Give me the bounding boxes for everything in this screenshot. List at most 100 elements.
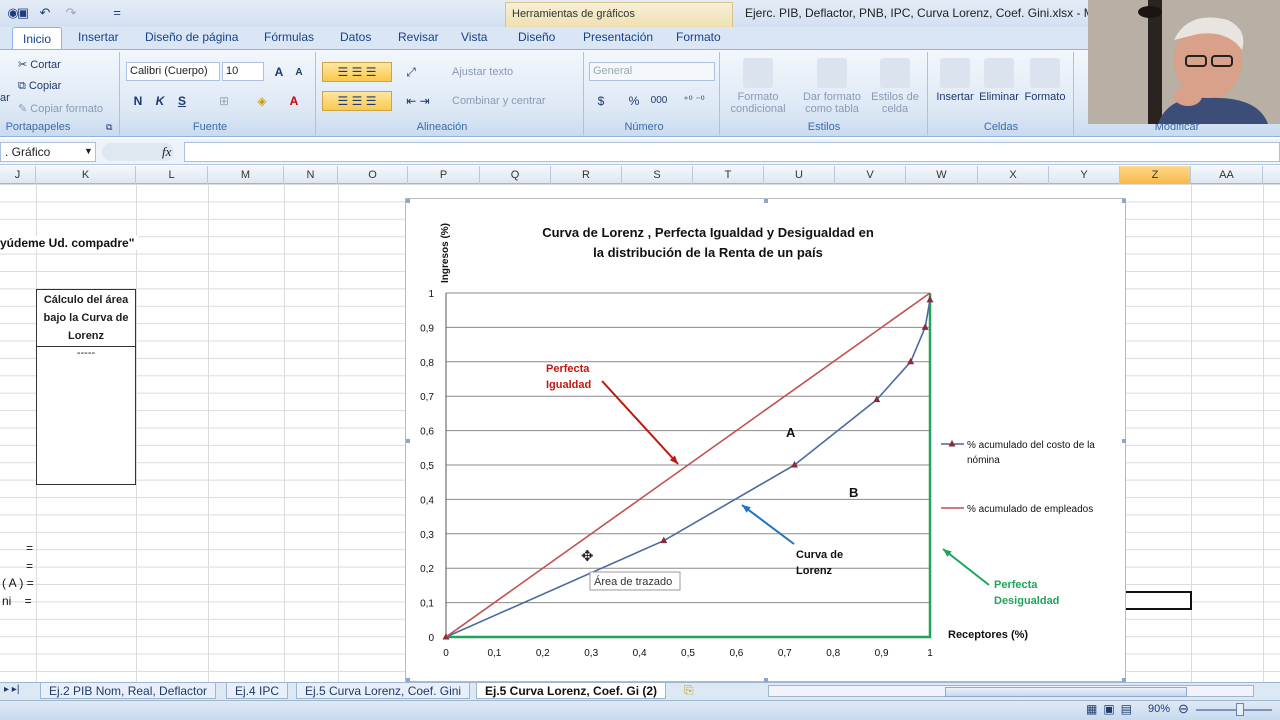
view-buttons-icon[interactable]: ▦▣▤ [1086, 702, 1138, 716]
insert-sheet-icon[interactable]: ⎘ [684, 683, 694, 698]
formula-input[interactable] [184, 142, 1280, 162]
column-header[interactable]: N [284, 166, 338, 184]
undo-icon[interactable]: ↶ [36, 4, 54, 22]
column-header[interactable]: J [0, 166, 36, 184]
tab-diseno[interactable]: Diseño [518, 30, 555, 44]
tab-insertar[interactable]: Insertar [78, 30, 119, 44]
annotation-label: Igualdad [546, 379, 591, 391]
active-cell-selection[interactable] [1120, 591, 1192, 610]
sheet-tab[interactable]: Ej.2 PIB Nom, Real, Deflactor [40, 683, 217, 699]
column-header[interactable]: V [835, 166, 906, 184]
cell-styles-button[interactable]: Estilos de celda [868, 58, 922, 115]
align-top-buttons[interactable]: ☰ ☰ ☰ [322, 62, 392, 82]
font-name-select[interactable]: Calibri (Cuerpo) [126, 62, 220, 81]
zoom-out-icon[interactable]: ⊖ [1178, 701, 1189, 717]
sheet-tab[interactable]: Ej.4 IPC [226, 683, 289, 699]
currency-button[interactable]: $ [590, 91, 612, 111]
sheet-scroll-arrows-icon[interactable]: ▸ ▸| [4, 684, 19, 695]
customize-quick-access-icon[interactable]: = [108, 4, 126, 22]
tab-formato[interactable]: Formato [676, 30, 721, 44]
y-tick-label: 0,2 [420, 564, 434, 575]
scrollbar-thumb[interactable] [945, 687, 1187, 697]
indent-icons[interactable]: ⇤ ⇥ [396, 91, 440, 111]
percent-button[interactable]: % [623, 91, 645, 111]
redo-icon[interactable]: ↷ [62, 4, 80, 22]
underline-button[interactable]: S [172, 91, 192, 111]
column-header[interactable]: W [906, 166, 978, 184]
zoom-level[interactable]: 90% [1148, 703, 1170, 715]
tab-vista[interactable]: Vista [461, 30, 487, 44]
column-header[interactable]: P [408, 166, 480, 184]
grow-font-button[interactable]: A [269, 62, 289, 82]
column-header[interactable]: R [551, 166, 622, 184]
cut-button[interactable]: ✂ Cortar [18, 58, 61, 71]
heading-cell[interactable]: yúdeme Ud. compadre" [0, 236, 139, 250]
tab-datos[interactable]: Datos [340, 30, 371, 44]
column-header[interactable]: Y [1049, 166, 1120, 184]
delete-cells-button[interactable]: Eliminar [974, 58, 1024, 103]
copy-button[interactable]: ⧉ Copiar [18, 80, 61, 93]
y-tick-label: 0,9 [420, 323, 434, 334]
y-tick-label: 1 [428, 289, 434, 300]
sheet-tab-active[interactable]: Ej.5 Curva Lorenz, Coef. Gi (2) [476, 683, 667, 699]
shrink-font-button[interactable]: A [290, 63, 308, 83]
wrap-text-button[interactable]: Ajustar texto [452, 66, 513, 78]
save-icon[interactable]: ▣ [14, 4, 32, 22]
horizontal-scrollbar[interactable] [768, 685, 1254, 697]
label-cell-gini[interactable]: ni = [2, 594, 32, 608]
zoom-slider-thumb[interactable] [1236, 703, 1244, 716]
column-header[interactable]: Q [480, 166, 551, 184]
font-color-button[interactable]: A [280, 91, 308, 111]
zoom-slider[interactable] [1196, 709, 1272, 711]
chart-canvas[interactable]: 0 0,1 0,2 0,3 0,4 0,5 0,6 0,7 0,8 0,9 1 0 0,1 0,2 0,3 0… [406, 199, 1127, 683]
tab-formulas[interactable]: Fórmulas [264, 30, 314, 44]
column-header[interactable]: O [338, 166, 408, 184]
tab-diseno-pagina[interactable]: Diseño de página [145, 30, 238, 44]
thousands-button[interactable]: 000 [647, 91, 671, 111]
label-cell-a[interactable]: ( A ) = [2, 576, 34, 590]
number-format-select[interactable]: General [589, 62, 715, 81]
column-header[interactable]: AA [1191, 166, 1263, 184]
chart-title: Curva de Lorenz , Perfecta Igualdad y De… [542, 225, 874, 240]
align-left-buttons[interactable]: ☰ ☰ ☰ [322, 91, 392, 111]
name-box[interactable]: . Gráfico [0, 142, 96, 162]
area-calc-box[interactable]: Cálculo del área bajo la Curva de Lorenz… [36, 289, 136, 485]
format-cells-button[interactable]: Formato [1020, 58, 1070, 103]
dialog-launcher-icon[interactable]: ⧉ [106, 122, 112, 133]
column-header[interactable]: T [693, 166, 764, 184]
annotation-label: Desigualdad [994, 595, 1059, 607]
sheet-tab[interactable]: Ej.5 Curva Lorenz, Coef. Gini [296, 683, 471, 699]
equals-cell[interactable]: = [26, 541, 33, 555]
orientation-icon[interactable]: ⤢ [396, 62, 426, 82]
merge-center-button[interactable]: Combinar y centrar [452, 95, 546, 107]
font-size-select[interactable]: 10 [222, 62, 264, 81]
decimals-buttons[interactable]: ⁺⁰ ⁻⁰ [673, 91, 715, 111]
insert-function-icon[interactable]: fx [162, 144, 171, 160]
borders-icon[interactable]: ⊞ [208, 91, 240, 111]
column-header[interactable]: S [622, 166, 693, 184]
name-box-dropdown-icon[interactable]: ▼ [84, 146, 93, 156]
lorenz-data-point [926, 295, 934, 303]
tab-inicio[interactable]: Inicio [12, 27, 62, 50]
tab-revisar[interactable]: Revisar [398, 30, 439, 44]
annotation-label: Perfecta [546, 363, 590, 375]
column-header-selected[interactable]: Z [1120, 166, 1191, 184]
column-header[interactable]: L [136, 166, 208, 184]
format-as-table-button[interactable]: Dar formato como tabla [798, 58, 866, 115]
column-header[interactable]: M [208, 166, 284, 184]
conditional-format-button[interactable]: Formato condicional [728, 58, 788, 115]
lorenz-data-point [790, 461, 798, 468]
fill-color-icon[interactable]: ◈ [248, 91, 276, 111]
lorenz-chart[interactable]: 0 0,1 0,2 0,3 0,4 0,5 0,6 0,7 0,8 0,9 1 0 0,1 0,2 0,3 0… [405, 198, 1126, 682]
format-painter-button[interactable]: ✎ Copiar formato [18, 102, 103, 115]
bold-button[interactable]: N [128, 91, 148, 111]
insert-cells-button[interactable]: Insertar [930, 58, 980, 103]
equals-cell[interactable]: = [26, 559, 33, 573]
chart-resize-handle [1122, 439, 1126, 443]
column-header[interactable]: K [36, 166, 136, 184]
italic-button[interactable]: K [150, 91, 170, 111]
paste-label-fragment[interactable]: ar [0, 92, 10, 104]
tab-presentacion[interactable]: Presentación [583, 30, 653, 44]
column-header[interactable]: X [978, 166, 1049, 184]
column-header[interactable]: U [764, 166, 835, 184]
